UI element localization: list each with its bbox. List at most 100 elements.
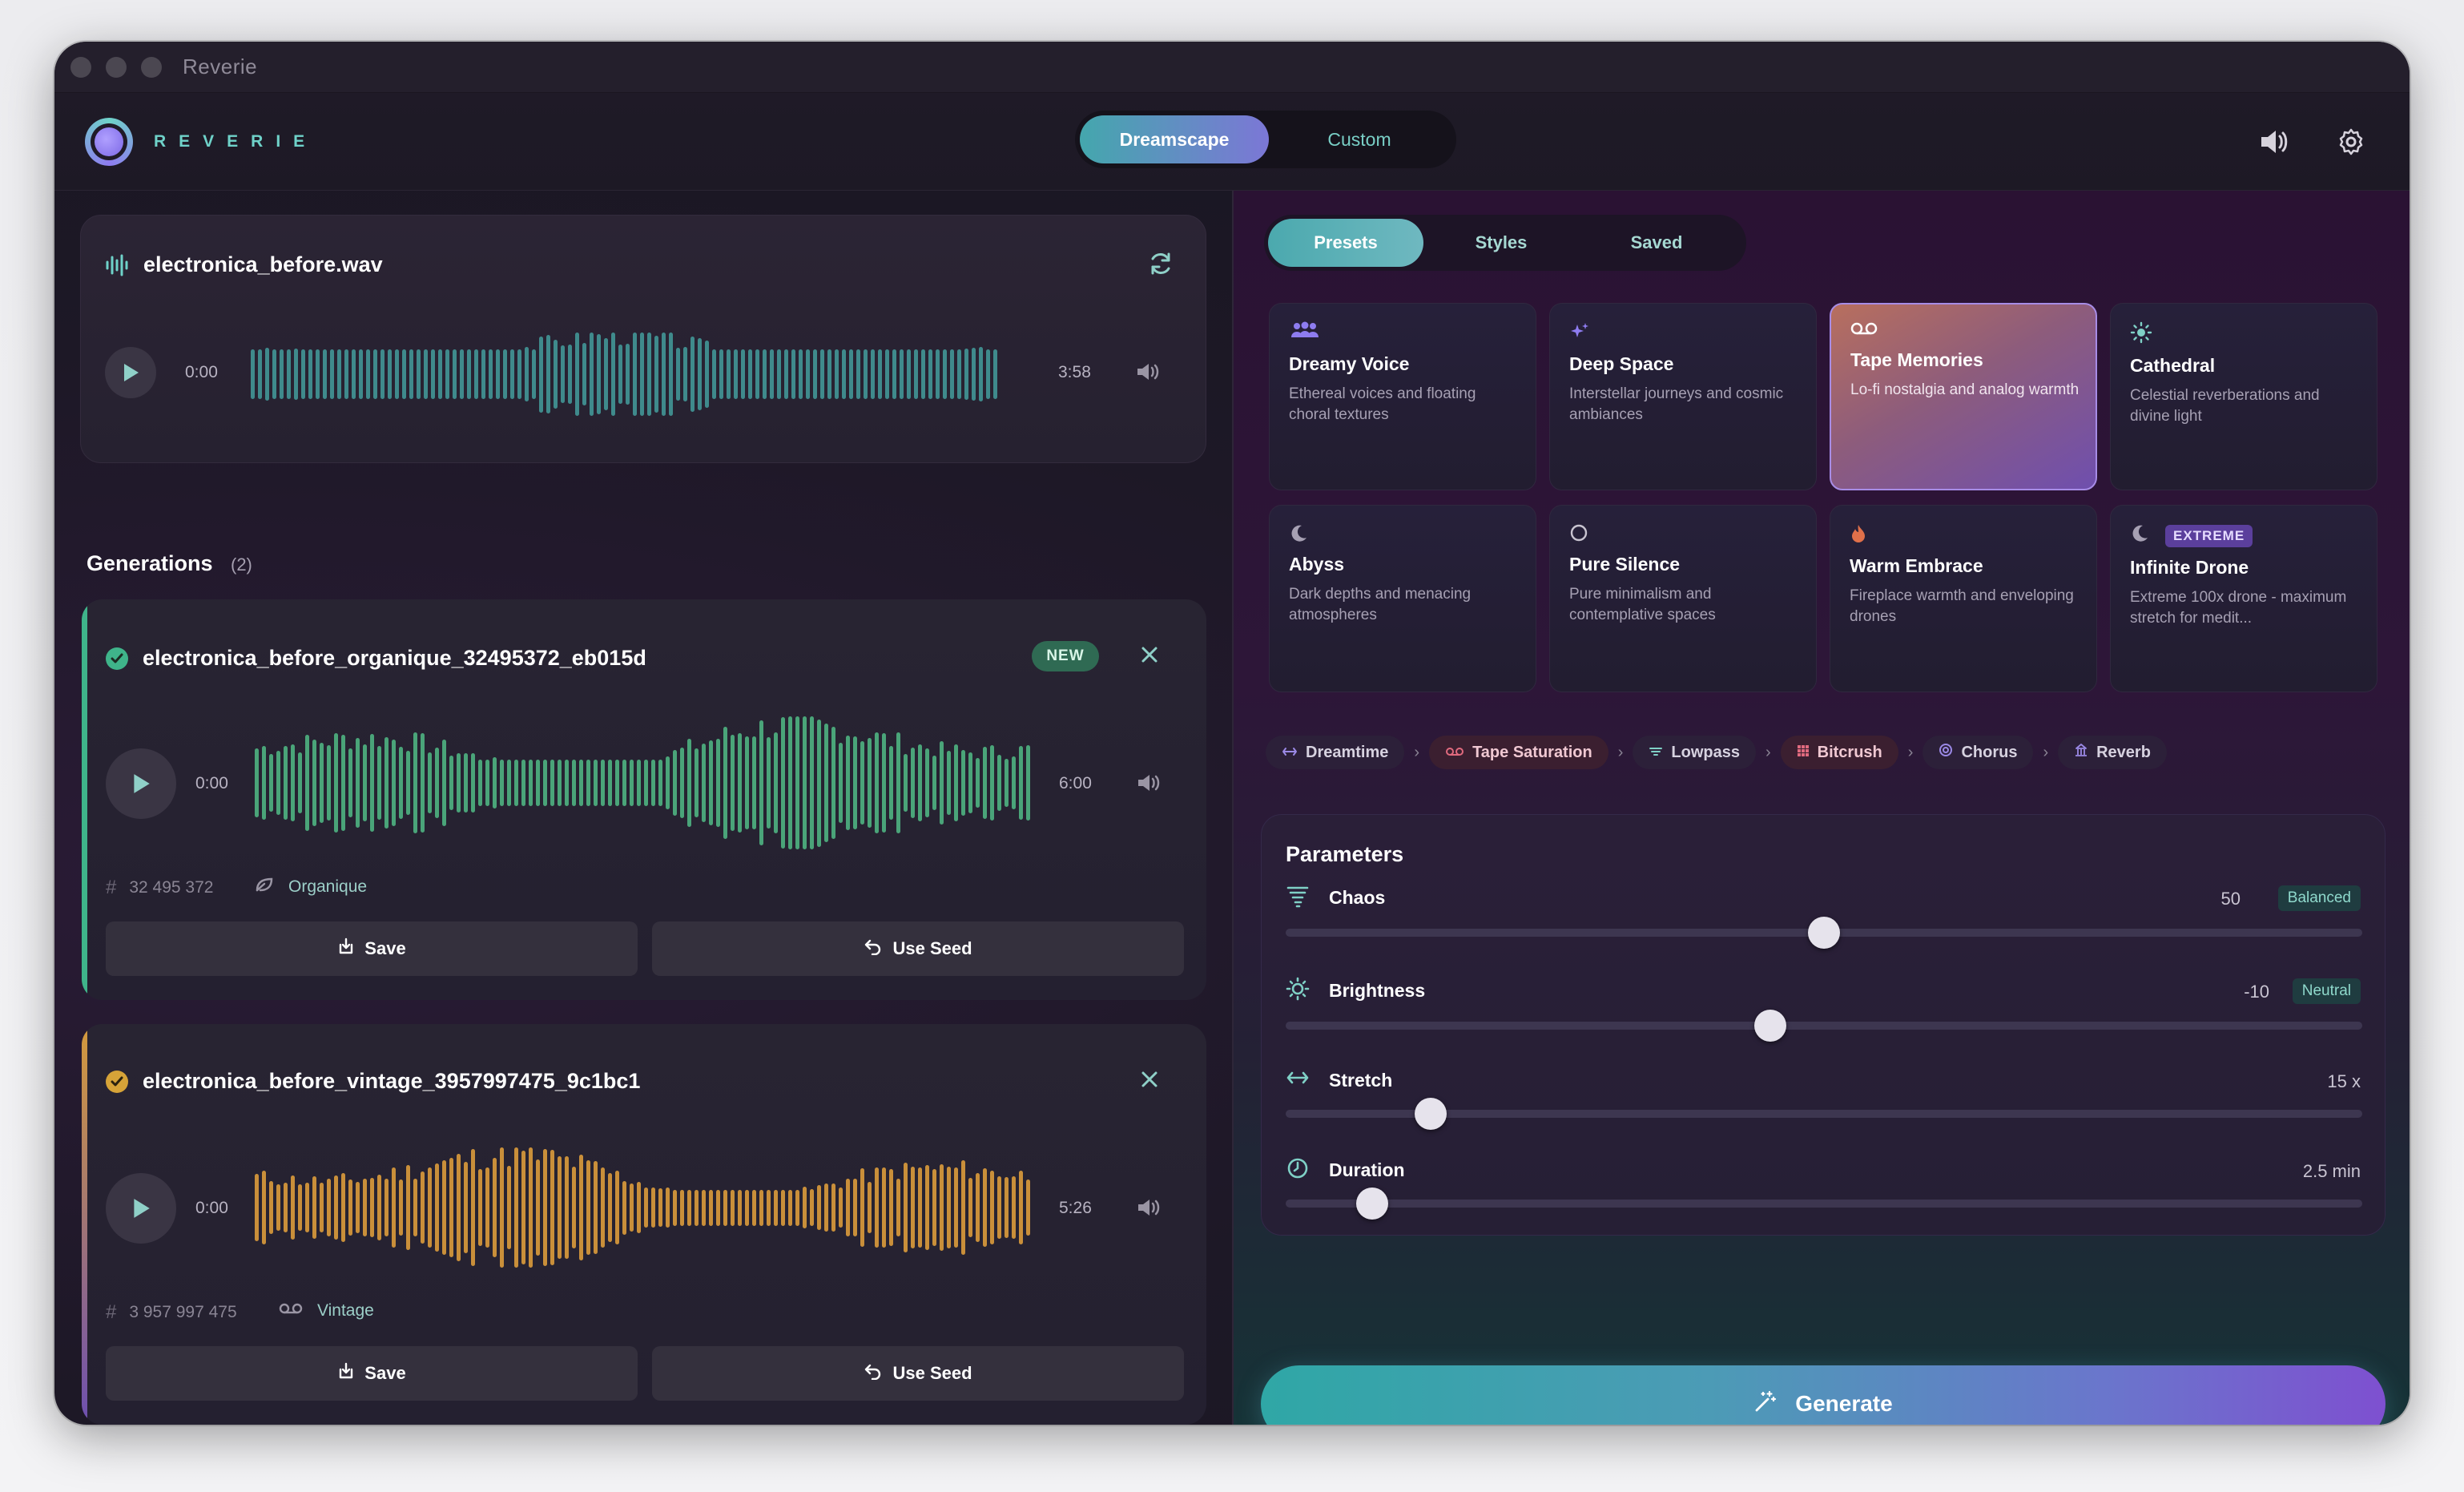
preset-deep-space[interactable]: Deep Space Interstellar journeys and cos… [1549,303,1817,490]
tab-presets[interactable]: Presets [1268,219,1423,267]
chain-chip-tape-saturation[interactable]: Tape Saturation [1429,736,1608,769]
preset-pure-silence[interactable]: Pure Silence Pure minimalism and contemp… [1549,505,1817,692]
waveform-bar [558,1155,562,1260]
preset-cathedral[interactable]: Cathedral Celestial reverberations and d… [2110,303,2377,490]
preset-warm-embrace[interactable]: Warm Embrace Fireplace warmth and envelo… [1830,505,2097,692]
waveform-bar [954,1167,958,1248]
waveform-bar [334,1175,338,1240]
chain-chip-reverb[interactable]: Reverb [2058,736,2167,769]
generation-volume-icon[interactable] [1136,1197,1160,1222]
duration-slider[interactable] [1286,1188,2362,1220]
close-icon[interactable] [1141,1071,1158,1092]
waveform-bar [294,349,298,400]
waveform-bar [471,753,475,813]
close-icon[interactable] [1141,646,1158,667]
save-button[interactable]: Save [106,921,638,976]
tab-saved[interactable]: Saved [1579,219,1734,267]
preset-tape-memories[interactable]: Tape Memories Lo-fi nostalgia and analog… [1830,303,2097,490]
chain-chip-bitcrush[interactable]: Bitcrush [1780,736,1898,769]
mode-dreamscape-button[interactable]: Dreamscape [1080,115,1269,163]
maximize-window-button[interactable] [141,56,162,78]
waveform-bar [402,349,406,400]
waveform-bar [698,338,702,410]
waveform-bar [388,349,392,400]
waveform-bar [269,754,273,812]
chaos-slider-thumb[interactable] [1808,917,1840,949]
waveform-bar [478,759,482,807]
settings-icon[interactable] [2333,123,2369,160]
source-volume-icon[interactable] [1135,361,1159,386]
source-waveform[interactable] [251,333,1010,416]
preset-name: Infinite Drone [2130,557,2249,578]
use-seed-button[interactable]: Use Seed [652,1346,1184,1401]
save-button[interactable]: Save [106,1346,638,1401]
waveform-bar [565,759,569,807]
moon-icon [1289,523,1308,548]
chain-chip-lowpass[interactable]: Lowpass [1633,736,1756,769]
stretch-slider[interactable] [1286,1098,2362,1130]
waveform-bar [280,349,284,400]
refresh-icon[interactable] [1148,251,1174,280]
waveform-bar [763,349,767,400]
close-window-button[interactable] [70,56,91,78]
waveform-bar [882,1167,886,1248]
waveform-bar [399,747,403,819]
generation-volume-icon[interactable] [1136,772,1160,797]
waveform-bar [320,1183,324,1232]
waveform-bar [997,755,1001,811]
waveform-bar [435,747,439,819]
circle-icon [1569,523,1588,548]
generation-play-button[interactable] [106,748,176,819]
chain-chip-chorus[interactable]: Chorus [1922,736,2034,769]
chain-chip-dreamtime[interactable]: Dreamtime [1266,736,1405,769]
magic-wand-icon [1753,1389,1778,1419]
source-play-button[interactable] [105,347,156,398]
waveform-bar [601,1167,605,1248]
logo: REVERIE [85,117,317,166]
waveform-bar [918,1167,922,1248]
waveform-bar [604,338,608,410]
waveform-bar [457,752,461,813]
tab-styles[interactable]: Styles [1423,219,1579,267]
generation-waveform[interactable] [255,716,1035,849]
waveform-bar [871,349,875,400]
waveform-bar [759,720,763,845]
waveform-bar [983,1167,987,1248]
waveform-bar [496,349,500,400]
waveform-bar [630,759,634,807]
waveform-bar [846,736,850,830]
speaker-icon[interactable] [2256,123,2293,160]
waveform-bar [824,723,828,843]
generate-button[interactable]: Generate [1261,1365,2385,1425]
waveform-bar [695,1189,699,1226]
waveform-bar [795,1189,799,1226]
preset-dreamy-voice[interactable]: Dreamy Voice Ethereal voices and floatin… [1269,303,1536,490]
waveform-bar [781,717,785,849]
waveform-bar [507,1166,511,1249]
mode-custom-button[interactable]: Custom [1269,115,1450,163]
waveform-bar [839,1187,843,1228]
chaos-slider[interactable] [1286,917,2362,949]
waveform-bar [767,737,771,829]
waveform-bar [622,1180,626,1235]
waveform-bar [875,1167,879,1248]
use-seed-button[interactable]: Use Seed [652,921,1184,976]
brightness-slider-thumb[interactable] [1753,1010,1786,1042]
brightness-slider[interactable] [1286,1010,2362,1042]
window-controls [70,56,162,78]
minimize-window-button[interactable] [106,56,127,78]
waveform-bar [424,349,428,400]
waveform-bar [284,746,288,820]
generation-play-button[interactable] [106,1173,176,1244]
left-panel: electronica_before.wav 0:00 3:58 Generat… [54,191,1232,1425]
generation-waveform[interactable] [255,1141,1035,1274]
waveform-bar [493,1157,497,1258]
waveform-bar [673,1189,677,1226]
waveform-bar [392,1167,396,1248]
waveform-bar [885,349,889,400]
preset-abyss[interactable]: Abyss Dark depths and menacing atmospher… [1269,505,1536,692]
duration-value: 2.5 min [2302,1161,2361,1181]
stretch-slider-thumb[interactable] [1415,1098,1447,1130]
preset-infinite-drone[interactable]: EXTREME Infinite Drone Extreme 100x dron… [2110,505,2377,692]
duration-slider-thumb[interactable] [1355,1188,1388,1220]
